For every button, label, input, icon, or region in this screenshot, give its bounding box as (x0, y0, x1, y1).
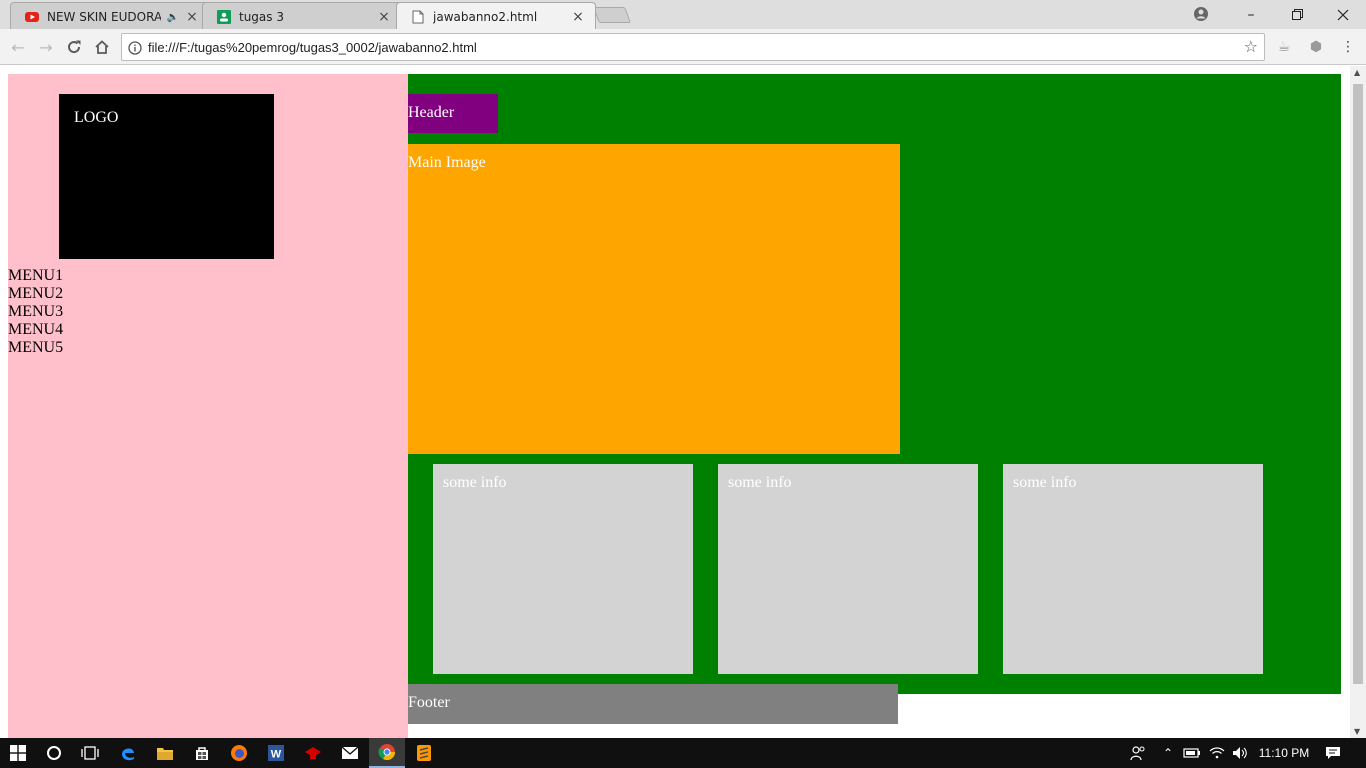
volume-icon[interactable] (1230, 738, 1250, 768)
page-header: Header (408, 94, 498, 133)
minimize-button[interactable]: – (1228, 0, 1274, 29)
menu-item-5[interactable]: MENU5 (8, 339, 63, 357)
url-text[interactable]: file:///F:/tugas%20pemrog/tugas3_0002/ja… (148, 40, 477, 55)
page-icon (411, 10, 425, 24)
youtube-icon (25, 10, 39, 24)
info-text: some info (443, 474, 507, 491)
speaker-icon[interactable]: 🔈 (167, 12, 179, 23)
scrollbar-thumb[interactable] (1353, 84, 1363, 684)
extension-icon[interactable]: ⬢ (1307, 38, 1325, 56)
firefox-icon[interactable] (221, 738, 257, 768)
windows-start-icon[interactable] (0, 738, 36, 768)
action-center-icon[interactable] (1320, 738, 1346, 768)
classroom-icon (217, 10, 231, 24)
battery-icon[interactable] (1182, 738, 1202, 768)
info-box-3: some info (1003, 464, 1263, 674)
browser-toolbar: ← → file:///F:/tugas%20pemrog/tugas3_000… (0, 29, 1366, 65)
page-viewport: LOGO MENU1 MENU2 MENU3 MENU4 MENU5 Heade… (0, 66, 1350, 738)
address-bar[interactable]: file:///F:/tugas%20pemrog/tugas3_0002/ja… (121, 33, 1265, 61)
main-image: Main Image (408, 144, 900, 454)
info-text: some info (1013, 474, 1077, 491)
menu-item-1[interactable]: MENU1 (8, 267, 63, 285)
tab-title: jawabanno2.html (433, 10, 538, 24)
info-box-1: some info (433, 464, 693, 674)
info-box-2: some info (718, 464, 978, 674)
tab-tugas3[interactable]: tugas 3 × (202, 2, 402, 29)
file-explorer-icon[interactable] (147, 738, 183, 768)
tab-jawabanno2[interactable]: jawabanno2.html × (396, 2, 596, 29)
close-tab-icon[interactable]: × (571, 9, 585, 25)
profile-icon[interactable] (1193, 6, 1209, 22)
header-text: Header (408, 104, 455, 121)
logo: LOGO (59, 94, 274, 259)
tab-title: tugas 3 (239, 10, 284, 24)
menu-kebab-icon[interactable]: ⋮ (1339, 38, 1357, 56)
menu-item-4[interactable]: MENU4 (8, 321, 63, 339)
people-icon[interactable] (1128, 738, 1148, 768)
tab-youtube[interactable]: NEW SKIN EUDORA L 🔈 × (10, 2, 210, 29)
menu-item-2[interactable]: MENU2 (8, 285, 63, 303)
tab-strip: NEW SKIN EUDORA L 🔈 × tugas 3 × jawabann… (0, 0, 1366, 29)
wifi-icon[interactable] (1207, 738, 1227, 768)
main-image-label: Main Image (408, 154, 486, 171)
sublime-icon[interactable] (406, 738, 442, 768)
reload-button[interactable] (64, 37, 84, 57)
mail-icon[interactable] (332, 738, 368, 768)
chevron-up-icon[interactable]: ⌃ (1158, 738, 1178, 768)
info-text: some info (728, 474, 792, 491)
menu-item-3[interactable]: MENU3 (8, 303, 63, 321)
scroll-up-icon[interactable]: ▲ (1354, 68, 1360, 77)
new-tab-button[interactable] (593, 7, 631, 23)
vertical-scrollbar[interactable]: ▲ ▼ (1350, 66, 1366, 738)
scroll-down-icon[interactable]: ▼ (1354, 727, 1360, 736)
content-area: Header Main Image some info some info so… (408, 74, 1341, 694)
clock[interactable]: 11:10 PM (1254, 738, 1314, 768)
edge-icon[interactable] (110, 738, 146, 768)
footer-text: Footer (408, 694, 450, 711)
word-icon[interactable]: W (258, 738, 294, 768)
home-button[interactable] (92, 37, 112, 57)
task-view-icon[interactable] (72, 738, 108, 768)
logo-text: LOGO (74, 109, 119, 126)
menu-list: MENU1 MENU2 MENU3 MENU4 MENU5 (8, 267, 63, 357)
page-footer: Footer (408, 684, 898, 724)
close-tab-icon[interactable]: × (185, 9, 199, 25)
bookmark-star-icon[interactable]: ☆ (1244, 37, 1258, 56)
back-button[interactable]: ← (8, 37, 28, 57)
svg-text:W: W (271, 749, 282, 761)
java-extension-icon[interactable]: ☕ (1275, 38, 1293, 56)
sidebar: LOGO MENU1 MENU2 MENU3 MENU4 MENU5 (8, 74, 408, 738)
chrome-icon[interactable] (369, 738, 405, 768)
windows-taskbar: W ⌃ 11:10 PM (0, 738, 1366, 768)
tab-title: NEW SKIN EUDORA L (47, 10, 161, 24)
store-icon[interactable] (184, 738, 220, 768)
app-icon[interactable] (295, 738, 331, 768)
forward-button[interactable]: → (36, 37, 56, 57)
close-tab-icon[interactable]: × (377, 9, 391, 25)
restore-button[interactable] (1274, 0, 1320, 29)
info-icon[interactable] (128, 40, 142, 55)
cortana-icon[interactable] (36, 738, 72, 768)
close-window-button[interactable] (1320, 0, 1366, 29)
